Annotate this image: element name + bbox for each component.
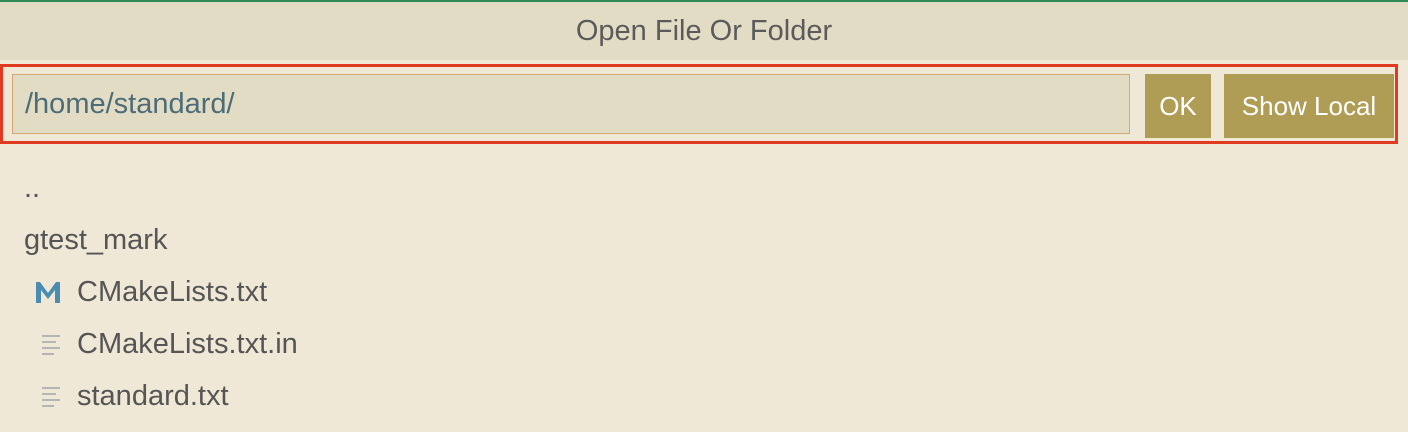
file-item-label: gtest_mark (24, 223, 168, 256)
dialog-title: Open File Or Folder (0, 2, 1408, 60)
file-list: .. gtest_mark CMakeLists.txt CMakeLists.… (0, 162, 1408, 422)
file-item-standard-txt[interactable]: standard.txt (0, 370, 1408, 422)
open-file-dialog: Open File Or Folder OK Show Local .. gte… (0, 0, 1408, 432)
path-input[interactable] (12, 74, 1130, 134)
file-item-label: CMakeLists.txt (77, 275, 268, 308)
ok-button[interactable]: OK (1145, 74, 1211, 138)
file-item-cmakelists-in[interactable]: CMakeLists.txt.in (0, 318, 1408, 370)
m-icon (36, 282, 60, 303)
show-local-button[interactable]: Show Local (1224, 74, 1394, 138)
text-file-icon (42, 335, 60, 355)
text-file-icon (42, 387, 60, 407)
file-item-gtest-mark[interactable]: gtest_mark (0, 214, 1408, 266)
file-item-parent-dir[interactable]: .. (0, 162, 1408, 214)
file-item-label: .. (24, 171, 41, 204)
file-item-cmakelists[interactable]: CMakeLists.txt (0, 266, 1408, 318)
path-input-row: OK Show Local (0, 64, 1398, 144)
file-item-label: CMakeLists.txt.in (77, 327, 298, 360)
file-item-label: standard.txt (77, 379, 229, 412)
